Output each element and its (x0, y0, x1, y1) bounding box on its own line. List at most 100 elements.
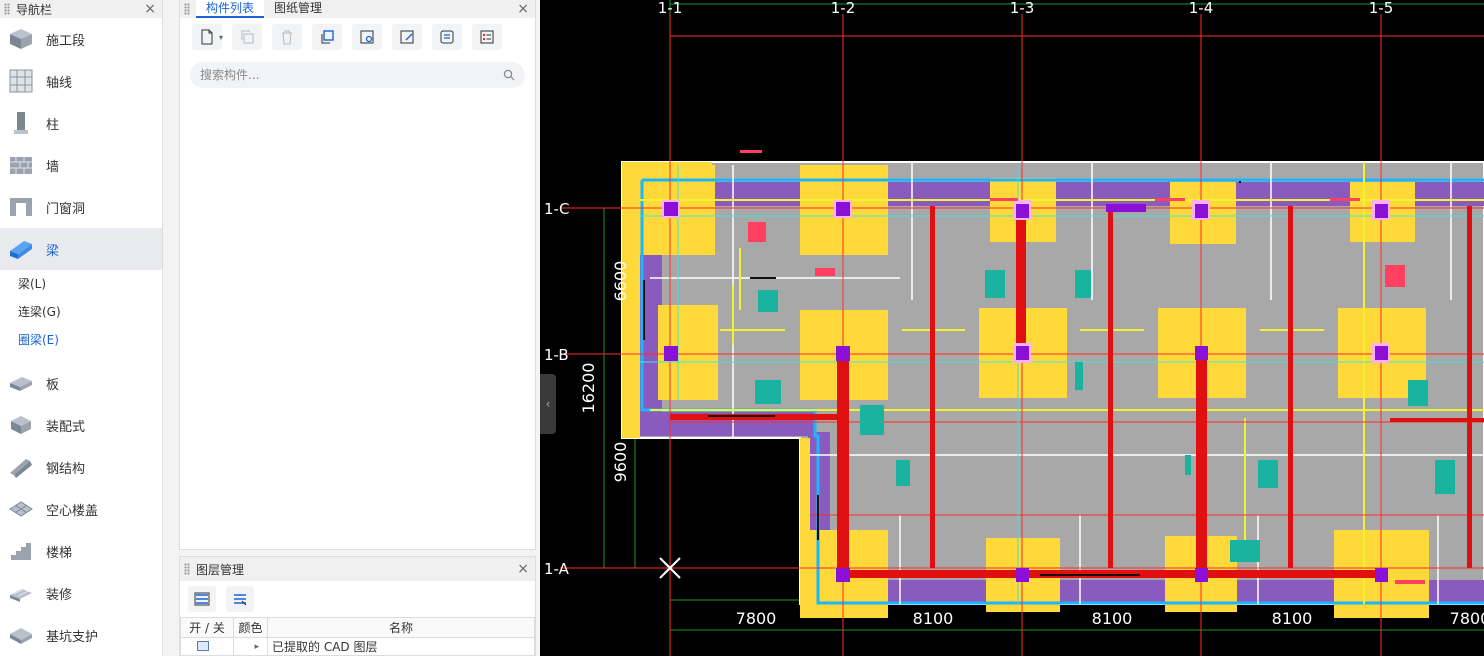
show-all-layers-button[interactable] (188, 586, 216, 612)
nav-item-label: 梁 (46, 243, 60, 259)
sub-item-beam-l[interactable]: 梁(L) (0, 270, 162, 298)
axis-label: 1-2 (831, 0, 856, 17)
nav-item-decoration[interactable]: 装修 (0, 572, 162, 614)
sub-item-ring-beam[interactable]: 圈梁(E) (0, 326, 162, 354)
tab-component-list[interactable]: 构件列表 (196, 0, 265, 18)
nav-item-label: 门窗洞 (46, 201, 86, 217)
dimension-label: 6600 (611, 261, 630, 302)
new-file-icon (201, 29, 213, 45)
navigation-panel: 导航栏 × 施工段 轴线 柱 墙 门窗洞 梁 梁(L) 连梁(G) 圈梁(E) … (0, 0, 163, 656)
wall-icon (8, 152, 34, 178)
nav-item-label: 空心楼盖 (46, 503, 99, 519)
component-panel: 构件列表 图纸管理 × ▾ (179, 0, 536, 550)
edit-component-button[interactable] (392, 24, 422, 50)
import-component-button[interactable] (352, 24, 382, 50)
table-row[interactable]: ▸ 已提取的 CAD 图层 (180, 637, 535, 656)
beam-icon (8, 236, 34, 262)
property-button[interactable] (432, 24, 462, 50)
layer-header: 图层管理 × (180, 557, 535, 581)
layer-table-header: 开 / 关 颜色 名称 (180, 617, 535, 638)
search-icon[interactable] (503, 69, 515, 81)
axis-label: 1-1 (658, 0, 683, 17)
new-component-button[interactable]: ▾ (192, 24, 223, 50)
nav-item-stairs[interactable]: 楼梯 (0, 530, 162, 572)
nav-item-column[interactable]: 柱 (0, 102, 162, 144)
list-panel-icon (440, 30, 454, 44)
detail-list-button[interactable] (472, 24, 502, 50)
nav-item-grid-axis[interactable]: 轴线 (0, 60, 162, 102)
cad-canvas[interactable]: 1-1 1-2 1-3 1-4 1-5 1-C 1-B 1-A 7800 810… (540, 0, 1484, 656)
grid-axis-icon (8, 68, 34, 94)
component-panel-close-icon[interactable]: × (517, 1, 529, 17)
nav-item-label: 柱 (46, 117, 60, 133)
foundation-pit-icon (8, 622, 34, 648)
collapse-panel-handle[interactable]: ‹ (540, 374, 556, 434)
layer-panel-close-icon[interactable]: × (517, 561, 529, 577)
axis-label: 1-B (544, 346, 569, 364)
copy-component-button[interactable] (232, 24, 262, 50)
nav-item-label: 楼梯 (46, 545, 73, 561)
duplicate-icon (321, 30, 334, 44)
nav-item-prefab[interactable]: 装配式 (0, 404, 162, 446)
detail-list-icon (480, 30, 494, 44)
nav-title: 导航栏 (16, 2, 53, 17)
layer-toolbar (180, 581, 535, 617)
layer-panel: 图层管理 × 开 / 关 颜色 名称 ▸ 已提取的 CAD 图层 (179, 556, 536, 656)
dimension-label: 9600 (611, 442, 630, 483)
component-search (190, 62, 525, 88)
layer-copy-button[interactable] (312, 24, 342, 50)
delete-component-button[interactable] (272, 24, 302, 50)
slab-icon (8, 370, 34, 396)
cad-drawing-area[interactable]: 1-1 1-2 1-3 1-4 1-5 1-C 1-B 1-A 7800 810… (540, 0, 1484, 656)
chevron-left-icon: ‹ (545, 397, 551, 411)
axis-label: 1-5 (1369, 0, 1394, 17)
drag-grip-icon[interactable] (184, 563, 190, 575)
column-header-color: 颜色 (233, 617, 268, 638)
construction-segment-icon (8, 26, 34, 52)
drag-grip-icon[interactable] (184, 3, 190, 15)
nav-item-construction-segment[interactable]: 施工段 (0, 18, 162, 60)
nav-item-label: 板 (46, 377, 60, 393)
stairs-icon (8, 538, 34, 564)
column-header-toggle: 开 / 关 (180, 617, 234, 638)
dimension-label: 8100 (1092, 609, 1133, 628)
steel-structure-icon (8, 454, 34, 480)
nav-item-label: 装修 (46, 587, 73, 603)
nav-item-door-window[interactable]: 门窗洞 (0, 186, 162, 228)
nav-item-wall[interactable]: 墙 (0, 144, 162, 186)
component-search-input[interactable] (200, 68, 503, 82)
layers-hide-icon (234, 594, 247, 606)
drag-grip-icon[interactable] (4, 3, 10, 15)
nav-item-label: 装配式 (46, 419, 86, 435)
dropdown-caret-icon[interactable]: ▾ (219, 33, 223, 42)
axis-label: 1-4 (1189, 0, 1214, 17)
nav-item-steel-structure[interactable]: 钢结构 (0, 446, 162, 488)
app-root: 导航栏 × 施工段 轴线 柱 墙 门窗洞 梁 梁(L) 连梁(G) 圈梁(E) … (0, 0, 1484, 656)
decoration-icon (8, 580, 34, 606)
nav-close-icon[interactable]: × (144, 1, 156, 17)
nav-item-hollow-floor[interactable]: 空心楼盖 (0, 488, 162, 530)
sub-item-coupling-beam[interactable]: 连梁(G) (0, 298, 162, 326)
nav-item-label: 钢结构 (46, 461, 86, 477)
nav-item-beam[interactable]: 梁 (0, 228, 162, 270)
dimension-label: 7800 (736, 609, 777, 628)
expand-arrow-icon[interactable]: ▸ (233, 637, 268, 656)
tab-drawing-management[interactable]: 图纸管理 (264, 0, 332, 18)
column-icon (8, 110, 34, 136)
dimension-label: 8100 (1272, 609, 1313, 628)
layers-show-icon (194, 592, 210, 606)
nav-item-label: 墙 (46, 159, 60, 175)
nav-item-foundation-pit[interactable]: 基坑支护 (0, 614, 162, 656)
axis-label: 1-3 (1010, 0, 1035, 17)
copy-icon (241, 30, 254, 44)
nav-item-slab[interactable]: 板 (0, 362, 162, 404)
import-icon (360, 30, 374, 44)
dimension-label: 7800 (1450, 609, 1484, 628)
nav-item-label: 轴线 (46, 75, 73, 91)
hide-layers-button[interactable] (226, 586, 254, 612)
column-header-name: 名称 (267, 617, 535, 638)
layer-visibility-checkbox[interactable] (197, 640, 209, 651)
dimension-label: 16200 (579, 363, 598, 414)
layer-name: 已提取的 CAD 图层 (267, 637, 535, 656)
axis-labels-top: 1-1 1-2 1-3 1-4 1-5 (658, 0, 1394, 17)
